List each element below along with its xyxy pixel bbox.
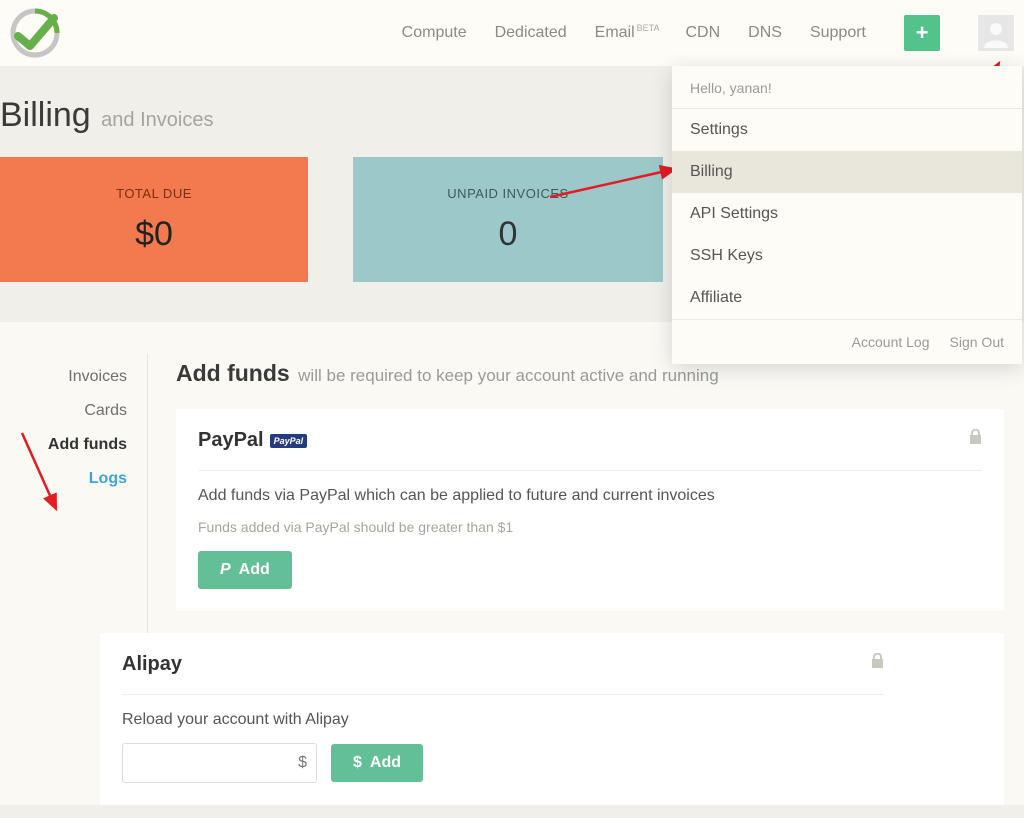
nav: Compute Dedicated EmailBETA CDN DNS Supp…: [402, 15, 1014, 51]
paypal-add-button[interactable]: P Add: [198, 551, 292, 589]
paypal-p-icon: P: [220, 561, 231, 579]
currency-suffix: $: [298, 754, 307, 772]
paypal-title: PayPal: [198, 429, 264, 452]
dropdown-sign-out[interactable]: Sign Out: [950, 334, 1004, 350]
total-due-label: TOTAL DUE: [116, 186, 192, 201]
alipay-header: Alipay: [122, 653, 884, 695]
plus-icon: +: [916, 20, 929, 46]
alipay-title: Alipay: [122, 653, 182, 676]
unpaid-value: 0: [499, 215, 518, 254]
total-due-value: $0: [135, 215, 173, 254]
dropdown-api[interactable]: API Settings: [672, 193, 1022, 235]
lower-section: Invoices Cards Add funds Logs Add funds …: [0, 322, 1024, 805]
paypal-badge-icon: PayPal: [270, 434, 308, 448]
avatar[interactable]: [978, 15, 1014, 51]
alipay-amount-wrap: $: [122, 743, 317, 783]
nav-email-label: Email: [595, 24, 635, 41]
paypal-desc: Add funds via PayPal which can be applie…: [198, 487, 982, 505]
add-button[interactable]: +: [904, 15, 940, 51]
page-title: Billing: [0, 96, 91, 134]
sidebar-cards[interactable]: Cards: [0, 394, 147, 428]
content-subtitle: will be required to keep your account ac…: [298, 366, 719, 385]
dropdown-footer: Account Log Sign Out: [672, 319, 1022, 364]
dropdown-affiliate[interactable]: Affiliate: [672, 277, 1022, 319]
annotation-arrow-addfunds: [12, 425, 67, 520]
alipay-add-button[interactable]: $ Add: [331, 744, 423, 782]
lock-icon: [871, 653, 884, 671]
alipay-amount-input[interactable]: [122, 743, 317, 783]
paypal-panel: PayPal PayPal Add funds via PayPal which…: [176, 409, 1004, 611]
paypal-add-label: Add: [239, 561, 270, 579]
paypal-note: Funds added via PayPal should be greater…: [198, 519, 982, 535]
annotation-arrow-billing: [545, 155, 685, 205]
content-title: Add funds: [176, 360, 290, 386]
alipay-input-row: $ $ Add: [122, 743, 884, 783]
nav-dns[interactable]: DNS: [748, 24, 782, 42]
content-header: Add funds will be required to keep your …: [176, 360, 1004, 387]
beta-badge: BETA: [637, 23, 660, 33]
content-area: Add funds will be required to keep your …: [148, 354, 1024, 805]
dropdown-billing[interactable]: Billing: [672, 151, 1022, 193]
nav-dedicated[interactable]: Dedicated: [495, 24, 567, 42]
dropdown-hello: Hello, yanan!: [672, 66, 1022, 109]
alipay-panel: Alipay Reload your account with Alipay $…: [100, 633, 1004, 805]
page-subtitle: and Invoices: [101, 109, 213, 131]
nav-email[interactable]: EmailBETA: [595, 24, 658, 42]
paypal-header: PayPal PayPal: [198, 429, 982, 471]
user-dropdown: Hello, yanan! Settings Billing API Setti…: [672, 66, 1022, 364]
nav-support[interactable]: Support: [810, 24, 866, 42]
sidebar-invoices[interactable]: Invoices: [0, 360, 147, 394]
card-total-due[interactable]: TOTAL DUE $0: [0, 157, 308, 282]
nav-compute[interactable]: Compute: [402, 24, 467, 42]
dropdown-ssh[interactable]: SSH Keys: [672, 235, 1022, 277]
alipay-add-label: Add: [370, 754, 401, 772]
alipay-desc: Reload your account with Alipay: [122, 711, 884, 729]
nav-cdn[interactable]: CDN: [686, 24, 721, 42]
dropdown-account-log[interactable]: Account Log: [852, 334, 930, 350]
dropdown-settings[interactable]: Settings: [672, 109, 1022, 151]
lock-icon: [969, 429, 982, 447]
dollar-icon: $: [353, 754, 362, 772]
header: Compute Dedicated EmailBETA CDN DNS Supp…: [0, 0, 1024, 66]
logo[interactable]: [0, 0, 70, 66]
